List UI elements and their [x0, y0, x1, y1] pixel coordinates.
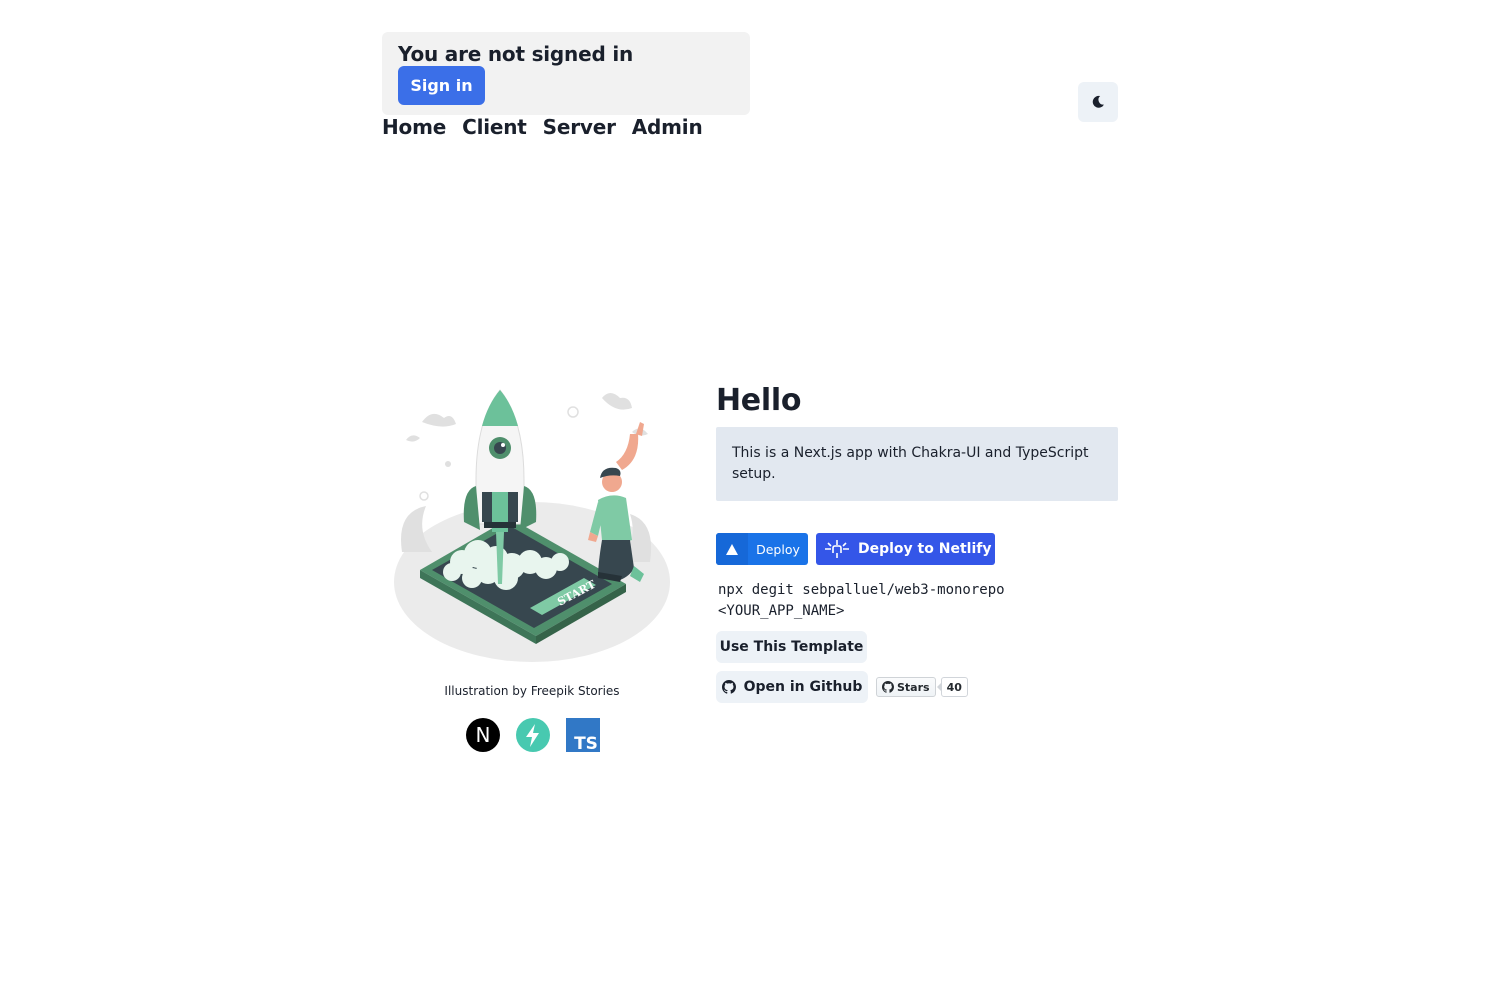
- sign-in-button[interactable]: Sign in: [398, 66, 485, 105]
- github-mark-icon: [882, 681, 894, 693]
- nav-link-server[interactable]: Server: [543, 114, 616, 140]
- tech-logos: N TS: [466, 718, 600, 752]
- chakra-ui-logo-icon[interactable]: [516, 718, 550, 752]
- github-icon: [721, 680, 736, 694]
- deploy-buttons: Deploy Deploy to Netlify: [716, 533, 995, 565]
- rocket-launch-illustration: START: [392, 382, 676, 666]
- auth-status-text: You are not signed in: [398, 42, 634, 66]
- netlify-icon: [825, 540, 849, 558]
- github-stars-badge[interactable]: Stars 40: [876, 677, 968, 697]
- page-title: Hello: [716, 383, 802, 418]
- open-github-label: Open in Github: [743, 679, 863, 695]
- nav-link-home[interactable]: Home: [382, 114, 446, 140]
- stars-button[interactable]: Stars: [876, 677, 936, 697]
- nextjs-logo-icon[interactable]: N: [466, 718, 500, 752]
- description-box: This is a Next.js app with Chakra-UI and…: [716, 427, 1118, 501]
- degit-command: npx degit sebpalluel/web3-monorepo <YOUR…: [718, 582, 1005, 619]
- svg-text:TS: TS: [574, 734, 598, 752]
- typescript-logo-icon[interactable]: TS: [566, 718, 600, 752]
- moon-icon: [1092, 95, 1104, 108]
- github-row: Open in Github Stars 40: [716, 671, 968, 703]
- use-template-button[interactable]: Use This Template: [716, 631, 867, 663]
- svg-text:N: N: [476, 723, 491, 747]
- stars-count[interactable]: 40: [936, 677, 968, 697]
- deploy-vercel-label: Deploy: [756, 541, 800, 557]
- theme-toggle-button[interactable]: [1078, 82, 1118, 122]
- deploy-vercel-button[interactable]: Deploy: [716, 533, 808, 565]
- auth-panel: You are not signed in Sign in: [382, 32, 750, 115]
- stars-label: Stars: [897, 680, 930, 694]
- deploy-netlify-label: Deploy to Netlify: [858, 541, 992, 557]
- illustration-credit: Illustration by Freepik Stories: [444, 684, 620, 698]
- open-github-button[interactable]: Open in Github: [716, 671, 868, 703]
- nav-link-client[interactable]: Client: [462, 114, 527, 140]
- vercel-triangle-icon: [716, 533, 748, 565]
- nav-link-admin[interactable]: Admin: [632, 114, 703, 140]
- main-nav: Home Client Server Admin: [382, 114, 703, 140]
- deploy-netlify-button[interactable]: Deploy to Netlify: [816, 533, 995, 565]
